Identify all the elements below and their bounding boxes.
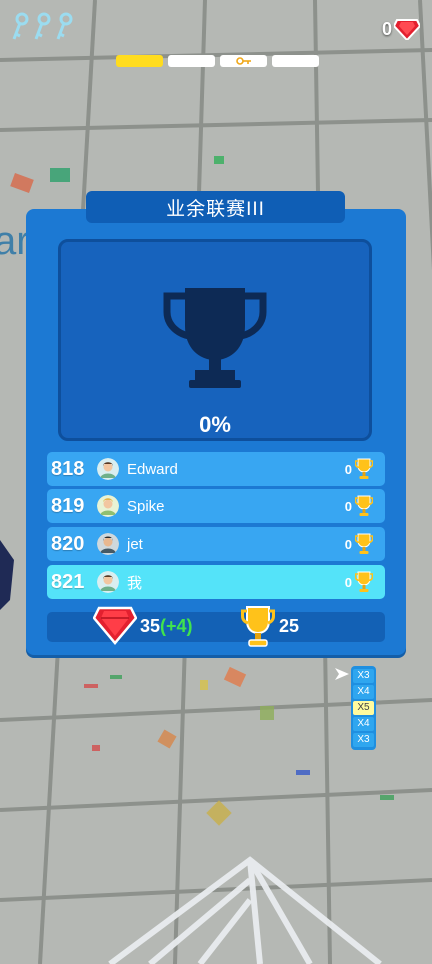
player-rank: 820 xyxy=(51,532,85,555)
key-icon xyxy=(56,12,73,40)
leaderboard-row-self: 821 我 0 xyxy=(47,565,385,599)
player-name: Edward xyxy=(127,460,178,478)
reward-gem-bonus: (+4) xyxy=(160,616,193,636)
multiplier-x3: X3 xyxy=(353,733,374,747)
key-icon xyxy=(34,12,51,40)
reward-cups: 25 xyxy=(279,616,300,636)
reward-gem-count: 35 xyxy=(140,616,161,636)
leaderboard-row: 820 jet 0 xyxy=(47,527,385,561)
multiplier-x5: X5 xyxy=(353,701,374,715)
reward-gems: 35(+4) xyxy=(140,616,193,637)
player-score: 0 xyxy=(344,536,352,552)
player-rank: 821 xyxy=(51,570,85,593)
gem-counter: 0 xyxy=(382,18,420,40)
avatar xyxy=(97,571,119,593)
player-rank: 818 xyxy=(51,457,85,480)
trophy-icon xyxy=(355,571,373,592)
player-name: 我 xyxy=(127,574,143,592)
multiplier-x3: X3 xyxy=(353,669,374,683)
league-progress-percent: 0% xyxy=(199,412,231,437)
key-icon xyxy=(12,12,29,40)
level-progress-bar xyxy=(116,55,319,67)
trophy-icon xyxy=(163,288,267,388)
leaderboard-row: 818 Edward 0 xyxy=(47,452,385,486)
player-score: 0 xyxy=(344,498,352,514)
progress-segment xyxy=(168,55,215,67)
gem-count: 0 xyxy=(381,18,392,39)
progress-segment-key xyxy=(220,55,267,67)
pointer-arrow-icon xyxy=(335,668,349,680)
avatar xyxy=(97,495,119,517)
leaderboard-row: 819 Spike 0 xyxy=(47,489,385,523)
player-name: Spike xyxy=(127,497,165,515)
trophy-icon xyxy=(355,495,373,516)
player-score: 0 xyxy=(344,574,352,590)
avatar xyxy=(97,458,119,480)
multiplier-x4: X4 xyxy=(353,717,374,731)
progress-segment xyxy=(272,55,319,67)
trophy-icon xyxy=(355,533,373,554)
league-title: 业余联赛III xyxy=(86,191,345,223)
player-rank: 819 xyxy=(51,494,85,517)
multiplier-x4: X4 xyxy=(353,685,374,699)
league-reward-bar: 35(+4) 25 xyxy=(47,606,385,647)
avatar xyxy=(97,533,119,555)
gem-icon xyxy=(394,19,420,40)
keys-collected xyxy=(10,12,74,42)
player-score: 0 xyxy=(344,461,352,477)
gem-icon xyxy=(93,606,137,645)
multiplier-meter: X3 X4 X5 X4 X3 xyxy=(351,666,376,750)
trophy-icon xyxy=(241,606,275,647)
player-name: jet xyxy=(127,535,143,553)
league-trophy-box: 0% xyxy=(58,239,372,441)
key-icon xyxy=(235,57,251,65)
progress-segment xyxy=(116,55,163,67)
trophy-icon xyxy=(355,458,373,479)
